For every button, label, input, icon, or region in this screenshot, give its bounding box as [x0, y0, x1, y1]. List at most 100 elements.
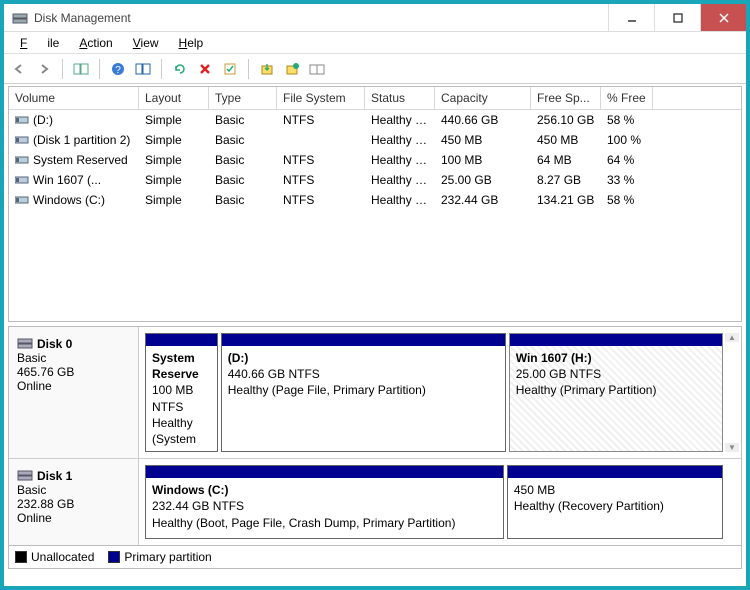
volume-capacity: 100 MB	[435, 151, 531, 169]
partition-title: Windows (C:)	[152, 483, 229, 497]
partition-status: Healthy (Primary Partition)	[516, 383, 657, 397]
settings-button[interactable]	[132, 58, 154, 80]
partition-title: System Reserve	[152, 351, 199, 381]
app-icon	[12, 10, 28, 26]
menu-help[interactable]: Help	[169, 34, 214, 52]
volume-layout: Simple	[139, 191, 209, 209]
partition-size: 232.44 GB NTFS	[152, 499, 244, 513]
volume-layout: Simple	[139, 131, 209, 149]
close-button[interactable]	[700, 4, 746, 31]
volume-icon	[15, 154, 29, 164]
disk-info[interactable]: Disk 0Basic465.76 GBOnline	[9, 327, 139, 458]
disk-name: Disk 1	[37, 469, 72, 483]
col-spacer	[653, 87, 741, 109]
maximize-button[interactable]	[654, 4, 700, 31]
partition-status: Healthy (Boot, Page File, Crash Dump, Pr…	[152, 516, 455, 530]
col-status[interactable]: Status	[365, 87, 435, 109]
disk-icon	[17, 335, 33, 351]
col-pctfree[interactable]: % Free	[601, 87, 653, 109]
volume-type: Basic	[209, 131, 277, 149]
volume-icon	[15, 114, 29, 124]
partition-stripe	[510, 334, 722, 346]
volume-list[interactable]: Volume Layout Type File System Status Ca…	[8, 86, 742, 322]
scroll-indicator[interactable]: ▲▼	[725, 333, 739, 452]
volume-capacity: 232.44 GB	[435, 191, 531, 209]
action-button-1[interactable]	[256, 58, 278, 80]
volume-type: Basic	[209, 171, 277, 189]
col-layout[interactable]: Layout	[139, 87, 209, 109]
menu-action[interactable]: Action	[69, 34, 122, 52]
volume-free: 8.27 GB	[531, 171, 601, 189]
partition[interactable]: Windows (C:) 232.44 GB NTFS Healthy (Boot,…	[145, 465, 504, 539]
col-filesystem[interactable]: File System	[277, 87, 365, 109]
volume-name: (Disk 1 partition 2)	[33, 133, 130, 147]
partition[interactable]: System Reserve100 MB NTFSHealthy (System	[145, 333, 218, 452]
partition-size: 25.00 GB NTFS	[516, 367, 601, 381]
volume-fs: NTFS	[277, 191, 365, 209]
volume-name: Windows (C:)	[33, 193, 105, 207]
col-volume[interactable]: Volume	[9, 87, 139, 109]
action-button-2[interactable]	[281, 58, 303, 80]
delete-button[interactable]	[194, 58, 216, 80]
volume-list-header: Volume Layout Type File System Status Ca…	[9, 87, 741, 110]
volume-free: 134.21 GB	[531, 191, 601, 209]
legend-unallocated: Unallocated	[15, 550, 94, 564]
partition-title: Win 1607 (H:)	[516, 351, 592, 365]
toolbar: ?	[4, 54, 746, 84]
volume-layout: Simple	[139, 111, 209, 129]
volume-row[interactable]: (Disk 1 partition 2)SimpleBasicHealthy (…	[9, 130, 741, 150]
partition-size: 450 MB	[514, 483, 555, 497]
partition[interactable]: 450 MB Healthy (Recovery Partition)	[507, 465, 723, 539]
partition-status: Healthy (Recovery Partition)	[514, 499, 664, 513]
partition-title: (D:)	[228, 351, 249, 365]
volume-pct: 58 %	[601, 111, 653, 129]
volume-pct: 58 %	[601, 191, 653, 209]
volume-status: Healthy (P...	[365, 111, 435, 129]
disk-block: Disk 0Basic465.76 GBOnlineSystem Reserve…	[9, 327, 741, 459]
volume-row[interactable]: System ReservedSimpleBasicNTFSHealthy (S…	[9, 150, 741, 170]
window-title: Disk Management	[34, 11, 608, 25]
minimize-button[interactable]	[608, 4, 654, 31]
volume-row[interactable]: Win 1607 (...SimpleBasicNTFSHealthy (P..…	[9, 170, 741, 190]
partition-stripe	[146, 466, 503, 478]
partition-stripe	[508, 466, 722, 478]
volume-pct: 64 %	[601, 151, 653, 169]
properties-button[interactable]	[219, 58, 241, 80]
help-button[interactable]: ?	[107, 58, 129, 80]
volume-free: 256.10 GB	[531, 111, 601, 129]
disk-layout: Windows (C:) 232.44 GB NTFS Healthy (Boot,…	[139, 459, 741, 545]
col-capacity[interactable]: Capacity	[435, 87, 531, 109]
volume-icon	[15, 194, 29, 204]
col-freespace[interactable]: Free Sp...	[531, 87, 601, 109]
disk-info[interactable]: Disk 1Basic232.88 GBOnline	[9, 459, 139, 545]
volume-icon	[15, 134, 29, 144]
legend: Unallocated Primary partition	[8, 546, 742, 569]
disk-block: Disk 1Basic232.88 GBOnline Windows (C:) 23…	[9, 459, 741, 545]
volume-pct: 100 %	[601, 131, 653, 149]
volume-fs: NTFS	[277, 111, 365, 129]
volume-row[interactable]: (D:)SimpleBasicNTFSHealthy (P...440.66 G…	[9, 110, 741, 130]
volume-icon	[15, 174, 29, 184]
volume-capacity: 25.00 GB	[435, 171, 531, 189]
disk-size: 232.88 GB	[17, 497, 130, 511]
volume-free: 450 MB	[531, 131, 601, 149]
forward-button[interactable]	[33, 58, 55, 80]
partition[interactable]: (D:)440.66 GB NTFSHealthy (Page File, Pr…	[221, 333, 506, 452]
partition-status: Healthy (Page File, Primary Partition)	[228, 383, 426, 397]
action-button-3[interactable]	[306, 58, 328, 80]
volume-type: Basic	[209, 151, 277, 169]
back-button[interactable]	[8, 58, 30, 80]
volume-capacity: 440.66 GB	[435, 111, 531, 129]
volume-row[interactable]: Windows (C:)SimpleBasicNTFSHealthy (B...…	[9, 190, 741, 210]
toolbar-separator	[62, 59, 63, 79]
partition-size: 100 MB NTFS	[152, 383, 193, 413]
col-type[interactable]: Type	[209, 87, 277, 109]
refresh-button[interactable]	[169, 58, 191, 80]
disk-state: Online	[17, 379, 130, 393]
menu-view[interactable]: View	[123, 34, 169, 52]
volume-type: Basic	[209, 111, 277, 129]
menu-file[interactable]: File	[10, 34, 69, 52]
partition[interactable]: Win 1607 (H:) 25.00 GB NTFS Healthy (Prima…	[509, 333, 723, 452]
show-hide-button[interactable]	[70, 58, 92, 80]
volume-fs: NTFS	[277, 151, 365, 169]
